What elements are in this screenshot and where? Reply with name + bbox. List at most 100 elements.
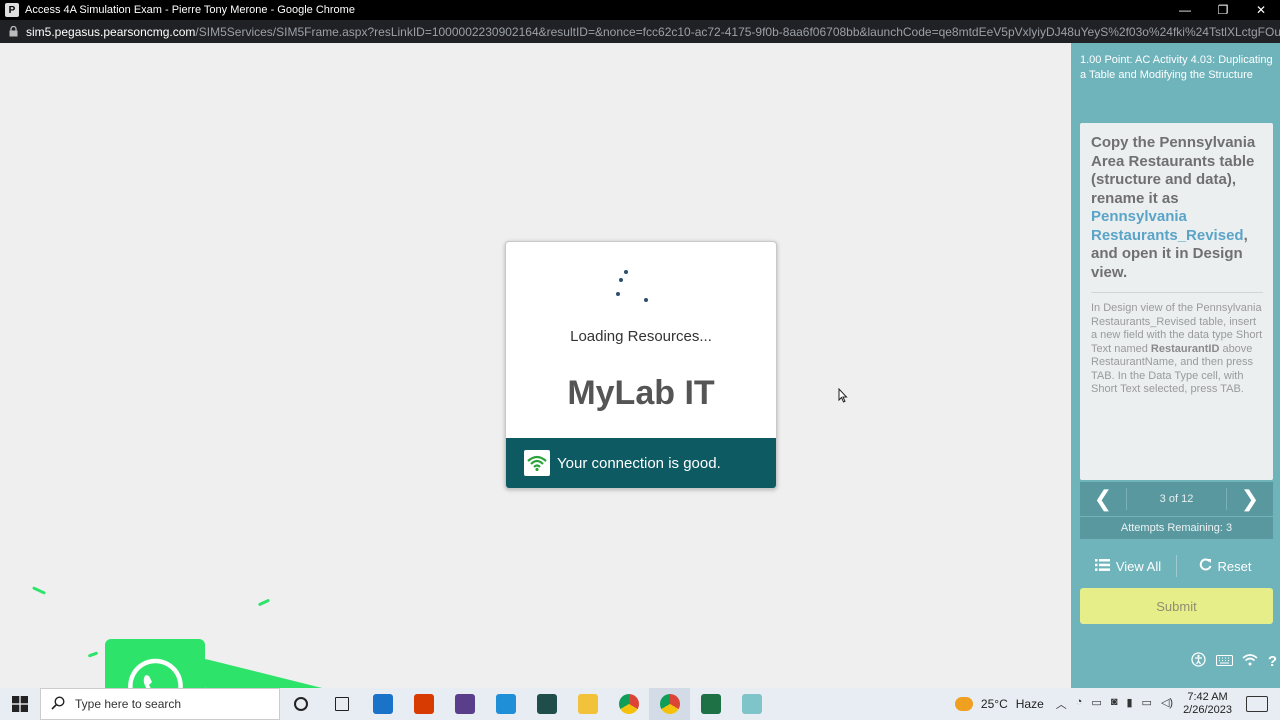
taskbar-apps xyxy=(280,688,772,720)
file-explorer-icon[interactable] xyxy=(567,688,608,720)
file-explorer-glyph xyxy=(577,694,598,714)
panel-toolbar: ? xyxy=(1191,652,1277,670)
loading-spinner-icon xyxy=(606,268,656,308)
mail-icon[interactable] xyxy=(362,688,403,720)
windows-taskbar: Type here to search 25°C Haze ︿ ◔ ▭ ◙ ▮ … xyxy=(0,688,1280,720)
terminal-icon[interactable] xyxy=(526,688,567,720)
excel-glyph xyxy=(700,694,721,714)
url-host: sim5.pegasus.pearsoncmg.com xyxy=(26,24,196,39)
list-icon xyxy=(1094,558,1110,574)
reset-label: Reset xyxy=(1217,558,1252,574)
instruction-divider xyxy=(1091,292,1263,293)
search-icon xyxy=(51,695,65,713)
whatsapp-swoosh xyxy=(176,653,407,688)
notepad-icon[interactable] xyxy=(731,688,772,720)
office-icon[interactable] xyxy=(403,688,444,720)
tray-icons: ︿ ◔ ▭ ◙ ▮ ▭ ◁) xyxy=(1056,696,1173,712)
taskbar-clock[interactable]: 7:42 AM 2/26/2023 xyxy=(1183,691,1232,717)
taskbar-search-box[interactable]: Type here to search xyxy=(40,688,280,720)
reset-icon xyxy=(1199,558,1212,574)
search-placeholder: Type here to search xyxy=(75,697,182,711)
current-instruction: Copy the Pennsylvania Area Restaurants t… xyxy=(1091,134,1263,282)
simulation-area: Loading Resources... MyLab IT Your conne… xyxy=(0,43,1071,688)
app-icon: P xyxy=(5,3,19,17)
network-icon[interactable]: ◔ xyxy=(1076,696,1083,712)
task-pager: ❮ 3 of 12 ❯ xyxy=(1080,482,1273,516)
instruction-part1: Copy the Pennsylvania Area Restaurants t… xyxy=(1091,134,1256,207)
previous-task-button[interactable]: ❮ xyxy=(1080,482,1126,516)
task-panel: 1.00 Point: AC Activity 4.03: Duplicatin… xyxy=(1071,43,1280,688)
restore-button[interactable]: ❐ xyxy=(1204,0,1242,20)
next-instruction: In Design view of the Pennsylvania Resta… xyxy=(1091,302,1263,397)
chrome-active-icon[interactable] xyxy=(649,688,690,720)
clock-date: 2/26/2023 xyxy=(1183,704,1232,716)
connection-status-bar: Your connection is good. xyxy=(506,438,776,488)
connection-status-text: Your connection is good. xyxy=(557,454,721,472)
office-glyph xyxy=(413,694,434,714)
url-text[interactable]: sim5.pegasus.pearsoncmg.com/SIM5Services… xyxy=(26,25,1280,39)
chevron-up-icon[interactable]: ︿ xyxy=(1056,696,1067,712)
instruction-box: Copy the Pennsylvania Area Restaurants t… xyxy=(1080,123,1273,480)
chrome-active-glyph xyxy=(659,694,680,714)
battery-icon[interactable]: ▭ xyxy=(1142,696,1152,712)
submit-button[interactable]: Submit xyxy=(1080,588,1273,624)
video-editor-glyph xyxy=(454,694,475,714)
microphone-icon[interactable]: ▮ xyxy=(1126,696,1132,712)
weather-temp: 25°C xyxy=(980,697,1008,711)
notepad-glyph xyxy=(741,694,762,714)
terminal-glyph xyxy=(536,694,557,714)
weather-condition: Haze xyxy=(1015,697,1044,711)
next-instruction-bold: RestaurantID xyxy=(1150,342,1220,355)
accessibility-icon[interactable] xyxy=(1191,652,1206,670)
decorative-streak xyxy=(32,586,46,595)
excel-icon[interactable] xyxy=(690,688,731,720)
window-title: Access 4A Simulation Exam - Pierre Tony … xyxy=(25,4,355,16)
task-view-glyph xyxy=(334,697,349,711)
view-all-label: View All xyxy=(1115,558,1162,574)
edge-glyph xyxy=(495,694,516,714)
camera-icon[interactable]: ◙ xyxy=(1111,696,1118,712)
instruction-highlight: Pennsylvania Restaurants_Revised xyxy=(1091,208,1244,244)
brand-logo-text: MyLab IT xyxy=(567,374,715,412)
whatsapp-icon[interactable] xyxy=(105,639,205,688)
edge-icon[interactable] xyxy=(485,688,526,720)
next-task-button[interactable]: ❯ xyxy=(1227,482,1273,516)
reset-button[interactable]: Reset xyxy=(1177,558,1273,574)
attempts-remaining: Attempts Remaining: 3 xyxy=(1080,517,1273,539)
onedrive-icon[interactable]: ▭ xyxy=(1091,696,1101,712)
loading-dialog: Loading Resources... MyLab IT Your conne… xyxy=(505,241,777,489)
url-path: /SIM5Services/SIM5Frame.aspx?resLinkID=1… xyxy=(195,24,1280,39)
minimize-button[interactable]: — xyxy=(1166,0,1204,20)
wifi-icon[interactable] xyxy=(1242,653,1258,669)
help-icon[interactable]: ? xyxy=(1268,653,1277,670)
lock-icon[interactable] xyxy=(0,26,26,37)
mouse-cursor-icon xyxy=(838,387,848,406)
clock-time: 7:42 AM xyxy=(1187,691,1228,703)
system-tray: 25°C Haze ︿ ◔ ▭ ◙ ▮ ▭ ◁) 7:42 AM 2/26/20… xyxy=(954,688,1280,720)
task-counter: 3 of 12 xyxy=(1126,488,1227,510)
decorative-streak xyxy=(87,651,99,658)
windows-start-icon[interactable] xyxy=(0,688,40,720)
volume-icon[interactable]: ◁) xyxy=(1161,696,1173,712)
mail-glyph xyxy=(372,694,393,714)
weather-widget[interactable]: 25°C Haze xyxy=(954,697,1044,711)
video-editor-icon[interactable] xyxy=(444,688,485,720)
screen: P Access 4A Simulation Exam - Pierre Ton… xyxy=(0,0,1280,720)
cortana-glyph xyxy=(293,697,308,711)
task-view-icon[interactable] xyxy=(321,688,362,720)
task-actions: View All Reset xyxy=(1080,552,1273,580)
chrome-icon[interactable] xyxy=(608,688,649,720)
notifications-icon[interactable] xyxy=(1246,696,1268,712)
cortana-icon[interactable] xyxy=(280,688,321,720)
loading-text: Loading Resources... xyxy=(570,328,712,345)
view-all-button[interactable]: View All xyxy=(1080,558,1176,574)
close-button[interactable]: ✕ xyxy=(1242,0,1280,20)
address-bar[interactable]: sim5.pegasus.pearsoncmg.com/SIM5Services… xyxy=(0,20,1280,43)
keyboard-icon[interactable] xyxy=(1215,654,1233,669)
wifi-icon xyxy=(524,450,550,476)
task-header: 1.00 Point: AC Activity 4.03: Duplicatin… xyxy=(1080,54,1273,81)
window-title-bar: P Access 4A Simulation Exam - Pierre Ton… xyxy=(0,0,1280,20)
chrome-glyph xyxy=(618,694,639,714)
decorative-streak xyxy=(257,598,271,607)
haze-icon xyxy=(954,697,973,711)
